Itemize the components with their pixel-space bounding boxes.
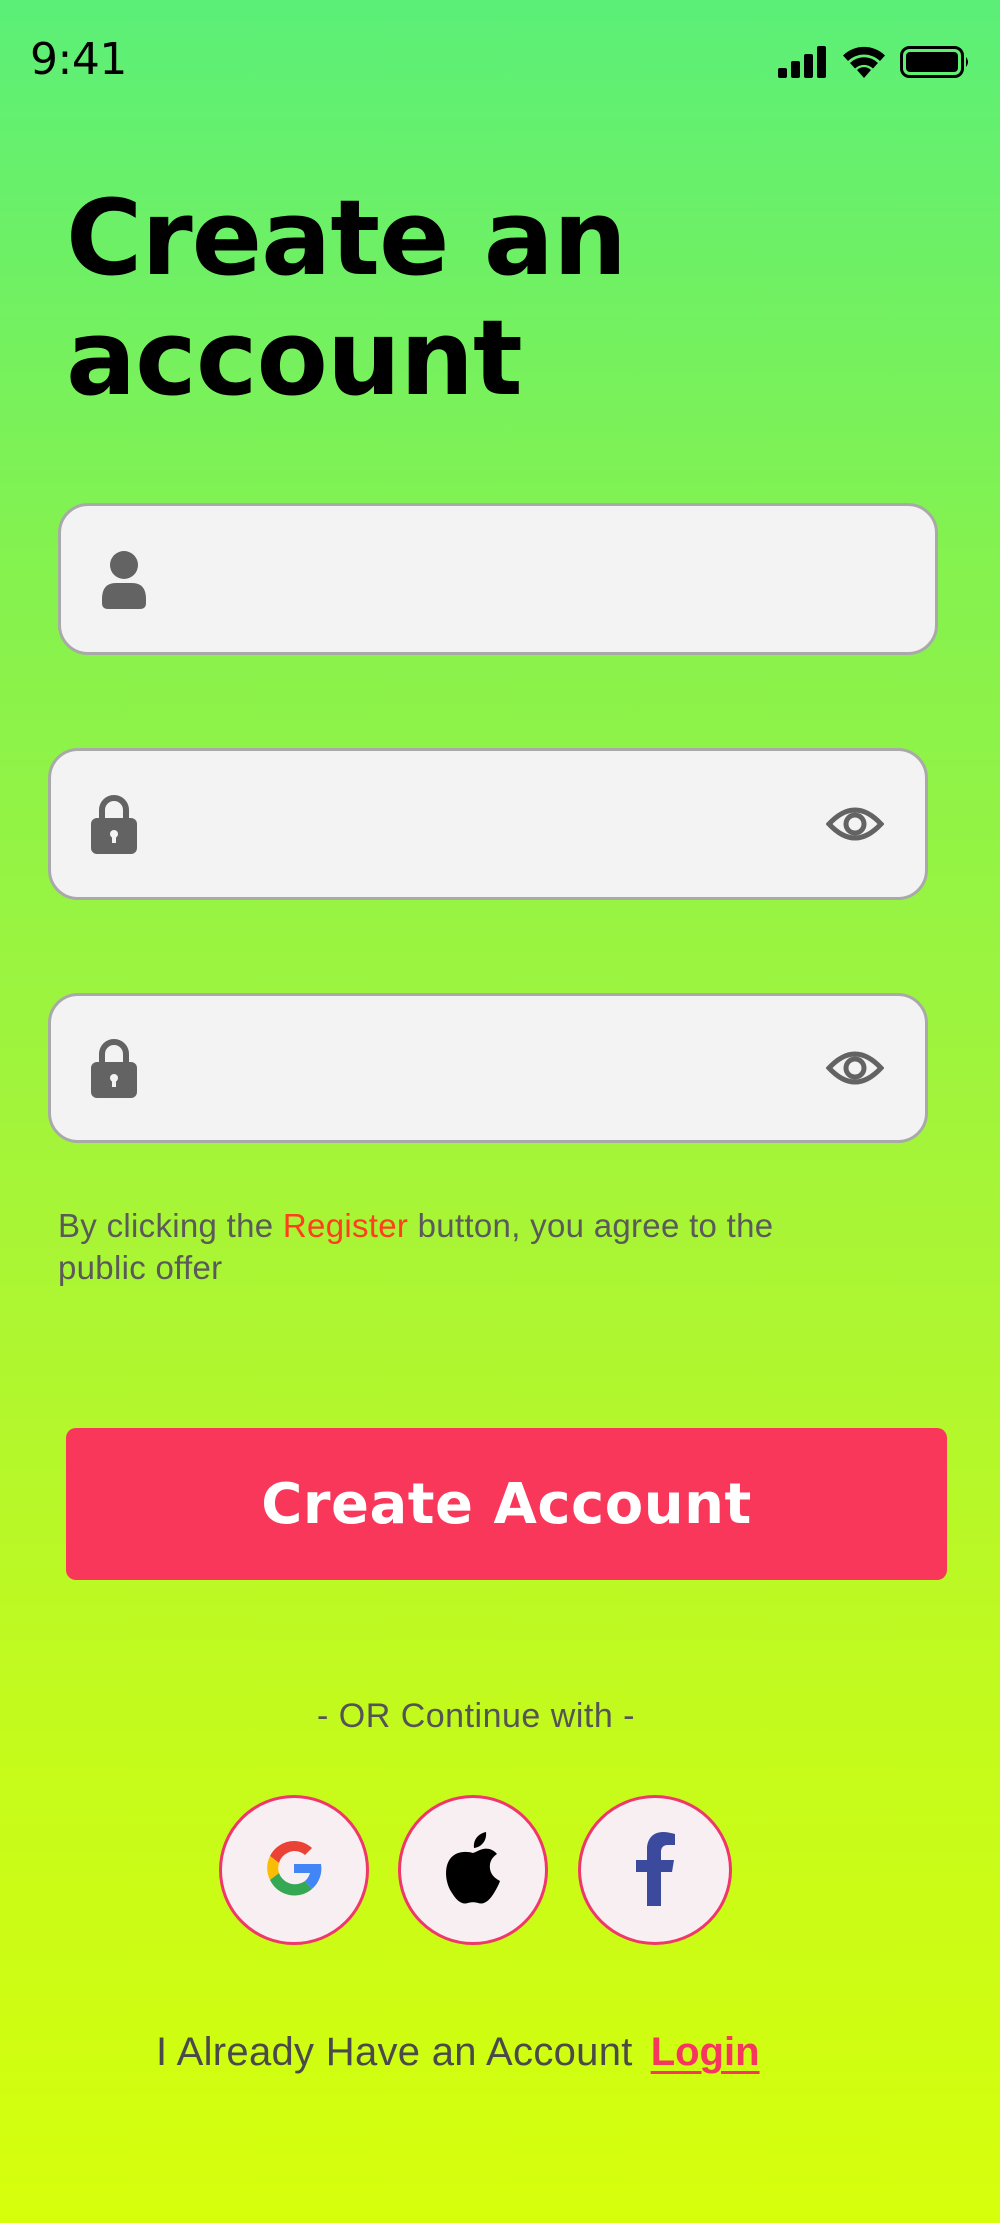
status-icons [778, 46, 970, 83]
create-account-button[interactable]: Create Account [66, 1428, 947, 1580]
login-link[interactable]: Login [651, 2030, 760, 2075]
terms-text: By clicking the Register button, you agr… [58, 1205, 818, 1289]
confirm-password-input[interactable] [171, 996, 825, 1140]
facebook-button[interactable] [578, 1795, 732, 1945]
apple-button[interactable] [398, 1795, 548, 1945]
facebook-icon [633, 1830, 677, 1911]
wifi-icon [842, 46, 886, 83]
lock-icon [87, 1038, 141, 1098]
terms-register-highlight: Register [282, 1207, 409, 1244]
eye-icon[interactable] [825, 1038, 885, 1098]
status-time: 9:41 [30, 34, 127, 85]
google-icon [259, 1833, 329, 1908]
battery-icon [900, 46, 970, 83]
password-input[interactable] [171, 751, 825, 897]
terms-before: By clicking the [58, 1207, 274, 1244]
username-input[interactable] [181, 506, 935, 652]
eye-icon[interactable] [825, 794, 885, 854]
username-field[interactable] [58, 503, 938, 655]
password-field[interactable] [48, 748, 928, 900]
or-continue-text: - OR Continue with - [317, 1697, 635, 1735]
apple-icon [442, 1831, 504, 1910]
lock-icon [87, 794, 141, 854]
google-button[interactable] [219, 1795, 369, 1945]
user-icon [97, 549, 151, 609]
login-row: I Already Have an Account Login [156, 2030, 760, 2075]
confirm-password-field[interactable] [48, 993, 928, 1143]
already-have-account-text: I Already Have an Account [156, 2030, 633, 2074]
page-title: Create an account [66, 177, 627, 419]
cellular-signal-icon [778, 46, 828, 83]
